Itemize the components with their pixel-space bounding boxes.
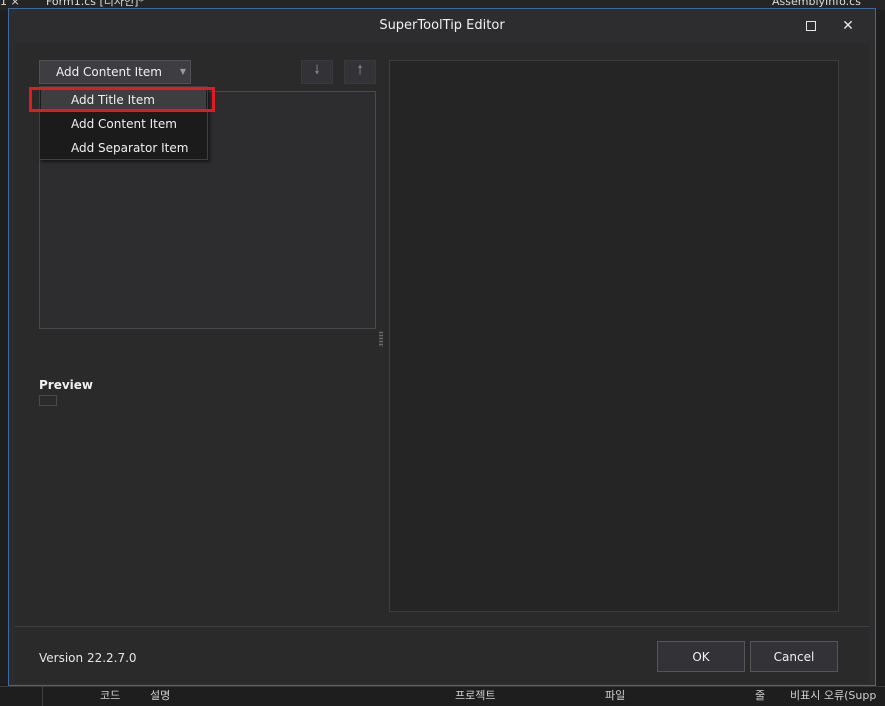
column-description[interactable]: 설명 — [150, 689, 170, 703]
maximize-button[interactable] — [797, 14, 825, 38]
close-icon: ✕ — [842, 18, 854, 34]
dialog-titlebar[interactable]: SuperToolTip Editor ✕ — [9, 9, 875, 43]
add-content-item-split-button[interactable]: Add Content Item ▼ — [39, 60, 191, 84]
column-code[interactable]: 코드 — [100, 689, 120, 703]
menu-item-add-separator[interactable]: Add Separator Item — [41, 136, 206, 160]
menu-item-add-content[interactable]: Add Content Item — [41, 112, 206, 136]
ok-button[interactable]: OK — [657, 641, 745, 672]
footer-divider — [15, 626, 869, 627]
chevron-down-icon[interactable]: ▼ — [180, 67, 186, 76]
add-button-label: Add Content Item — [56, 65, 162, 79]
column-file[interactable]: 파일 — [605, 689, 625, 703]
ide-error-list-header: 코드 설명 프로젝트 파일 줄 비표시 오류(Supp — [0, 686, 885, 706]
cancel-button[interactable]: Cancel — [750, 641, 838, 672]
dialog-title: SuperToolTip Editor — [379, 18, 505, 33]
preview-area — [39, 395, 57, 406]
column-line[interactable]: 줄 — [755, 689, 765, 703]
move-down-button[interactable]: 🠗 — [301, 60, 333, 84]
close-button[interactable]: ✕ — [834, 14, 862, 38]
column-project[interactable]: 프로젝트 — [455, 689, 495, 703]
highlight-annotation-box — [29, 87, 215, 112]
property-panel[interactable] — [389, 60, 839, 612]
ide-tab-1[interactable]: 1 × — [0, 0, 32, 8]
arrow-up-icon: 🠕 — [357, 63, 363, 78]
ide-tab-form1-designer[interactable]: Form1.cs [디자인]* — [46, 0, 186, 8]
preview-label: Preview — [39, 378, 94, 392]
splitter-grip[interactable] — [379, 331, 383, 347]
column-divider — [42, 687, 43, 706]
column-suppression[interactable]: 비표시 오류(Supp — [790, 689, 885, 703]
ide-tab-assemblyinfo[interactable]: AssemblyInfo.cs — [772, 0, 885, 8]
move-up-button[interactable]: 🠕 — [344, 60, 376, 84]
arrow-down-icon: 🠗 — [314, 63, 320, 78]
version-label: Version 22.2.7.0 — [39, 651, 137, 665]
maximize-icon — [806, 21, 816, 31]
